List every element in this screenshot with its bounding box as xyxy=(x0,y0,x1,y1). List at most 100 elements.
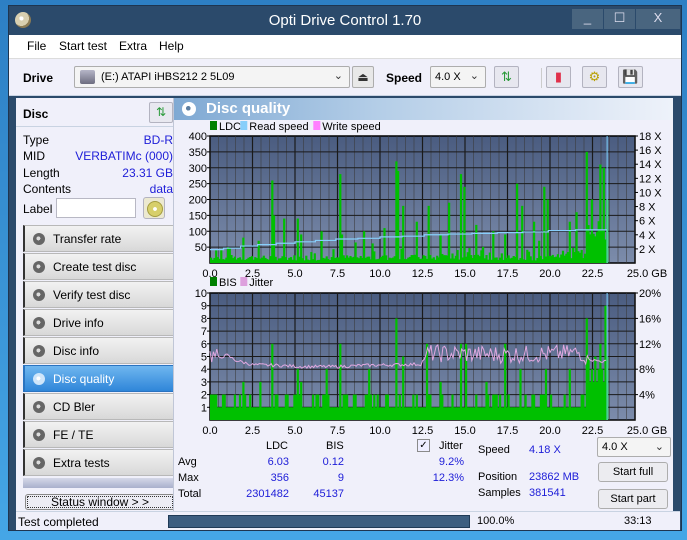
x-tick-label: 10.0 xyxy=(369,268,390,280)
y-tick-label-left: 1 xyxy=(201,402,207,414)
row-avg-label: Avg xyxy=(178,456,197,468)
legend-label-ldc: LDC xyxy=(219,121,241,133)
nav-extra-tests[interactable]: Extra tests xyxy=(23,449,177,476)
y-tick-label-right: 8 X xyxy=(639,202,656,214)
legend-label-read-speed: Read speed xyxy=(249,121,308,133)
nav-create-test-disc[interactable]: Create test disc xyxy=(23,253,177,280)
create-disc-icon xyxy=(33,261,45,273)
ldc-chart: LDC Read speed Write speed xyxy=(207,121,638,264)
x-tick-label: 22.5 xyxy=(582,425,603,434)
y-tick-label-left: 7 xyxy=(201,326,207,338)
progress-fill xyxy=(169,516,469,527)
avg-bis: 0.12 xyxy=(322,456,344,468)
x-tick-label: 20.0 xyxy=(539,268,560,280)
ldc-bar xyxy=(448,202,451,263)
menu-file[interactable]: File xyxy=(27,39,46,53)
nav-cd-bler[interactable]: CD Bler xyxy=(23,393,177,420)
y-tick-label-right: 12% xyxy=(639,339,661,351)
legend-swatch-write-speed xyxy=(313,121,321,130)
y-tick-label-left: 2 xyxy=(201,390,207,402)
y-tick-label-left: 8 xyxy=(201,313,207,325)
nav-list: Transfer rate Create test disc Verify te… xyxy=(23,225,177,477)
disc-length-value: 23.31 GB xyxy=(122,166,173,180)
disc-header: Disc ⇅ xyxy=(16,98,177,125)
start-full-button[interactable]: Start full xyxy=(598,462,668,482)
menu-extra[interactable]: Extra xyxy=(119,39,147,53)
nav-disc-info[interactable]: Disc info xyxy=(23,337,177,364)
disc-label-button[interactable] xyxy=(143,197,165,219)
progress-text: 100.0% xyxy=(477,515,515,527)
y-tick-label-right: 6 X xyxy=(639,216,656,228)
close-button[interactable]: X xyxy=(636,9,680,29)
legend-swatch-bis xyxy=(210,277,217,286)
y-tick-label-left: 9 xyxy=(201,301,207,313)
ldc-bar xyxy=(568,221,571,263)
total-bis: 45137 xyxy=(313,488,344,500)
left-panel: Disc ⇅ Type BD-R MID VERBATIMc (000) Lengt… xyxy=(16,98,177,511)
speed-select[interactable]: 4.0 X ⌄ xyxy=(430,66,486,88)
disc-mid-key: MID xyxy=(23,149,45,163)
menu-start-test[interactable]: Start test xyxy=(59,39,107,53)
save-button[interactable]: 💾 xyxy=(618,66,643,88)
eject-button[interactable]: ⏏ xyxy=(352,66,374,88)
disc-label-input[interactable] xyxy=(56,198,136,218)
ldc-bar xyxy=(459,174,463,263)
col-ldc-header: LDC xyxy=(266,440,289,452)
legend-swatch-read-speed xyxy=(240,121,248,130)
y-tick-label-left: 350 xyxy=(189,147,207,159)
bis-bar xyxy=(395,318,398,420)
nav-fe-te[interactable]: FE / TE xyxy=(23,421,177,448)
ldc-bar xyxy=(516,183,519,263)
drive-info-icon xyxy=(33,317,45,329)
jitter-checkbox[interactable]: ✓ xyxy=(417,439,430,452)
legend-swatch-ldc xyxy=(210,121,217,130)
x-tick-label: 15.0 xyxy=(454,268,475,280)
settings-button[interactable]: ⚙ xyxy=(582,66,607,88)
y-tick-label-left: 6 xyxy=(201,339,207,351)
y-tick-label-left: 250 xyxy=(189,179,207,191)
disc-length-key: Length xyxy=(23,166,60,180)
max-ldc: 356 xyxy=(270,472,289,484)
ldc-bar xyxy=(463,186,466,263)
y-tick-label-right: 16 X xyxy=(639,145,662,157)
position-value: 23862 MB xyxy=(529,471,580,483)
transfer-rate-icon xyxy=(33,233,45,245)
drive-label: Drive xyxy=(23,71,54,85)
x-tick-label: 7.5 xyxy=(330,268,345,280)
erase-button[interactable]: ▮ xyxy=(546,66,571,88)
status-window-button[interactable]: Status window > > xyxy=(25,494,175,510)
disc-refresh-button[interactable]: ⇅ xyxy=(149,102,173,123)
start-part-button[interactable]: Start part xyxy=(598,489,668,509)
y-tick-label-right: 16% xyxy=(639,313,661,325)
nav-disc-quality[interactable]: Disc quality xyxy=(23,365,177,392)
ldc-bar xyxy=(402,205,405,263)
menu-help[interactable]: Help xyxy=(159,39,184,53)
y-tick-label-left: 4 xyxy=(201,364,207,376)
disc-label-key: Label xyxy=(23,202,53,216)
x-tick-label: 5.0 xyxy=(287,268,302,280)
drive-select[interactable]: (E:) ATAPI iHBS212 2 5L09 ⌄ xyxy=(74,66,350,88)
avg-jitter: 9.2% xyxy=(438,456,464,468)
disc-quality-panel: Disc quality LDC Read speed Write speed 400… xyxy=(173,98,673,511)
save-icon: 💾 xyxy=(622,69,639,84)
verify-disc-icon xyxy=(33,289,45,301)
ldc-bar xyxy=(543,186,546,263)
y-tick-label-left: 10 xyxy=(195,288,207,300)
x-tick-label: 10.0 xyxy=(369,425,390,434)
cd-bler-icon xyxy=(33,401,45,413)
x-tick-label: 7.5 xyxy=(330,425,345,434)
disc-title: Disc xyxy=(23,107,49,121)
maximize-button[interactable]: ☐ xyxy=(604,9,635,29)
title-bar[interactable]: Opti Drive Control 1.70 _ ☐ X xyxy=(9,6,681,35)
nav-verify-test-disc[interactable]: Verify test disc xyxy=(23,281,177,308)
nav-drive-info[interactable]: Drive info xyxy=(23,309,177,336)
disc-type-row: Type BD-R xyxy=(23,133,173,149)
nav-label: Disc info xyxy=(53,344,100,358)
refresh-button[interactable]: ⇅ xyxy=(494,66,519,88)
x-tick-label: 15.0 xyxy=(454,425,475,434)
y-tick-label-left: 300 xyxy=(189,163,207,175)
y-tick-label-right: 12 X xyxy=(639,173,662,185)
minimize-button[interactable]: _ xyxy=(572,9,603,29)
nav-transfer-rate[interactable]: Transfer rate xyxy=(23,225,177,252)
test-speed-select[interactable]: 4.0 X ⌄ xyxy=(597,437,671,457)
